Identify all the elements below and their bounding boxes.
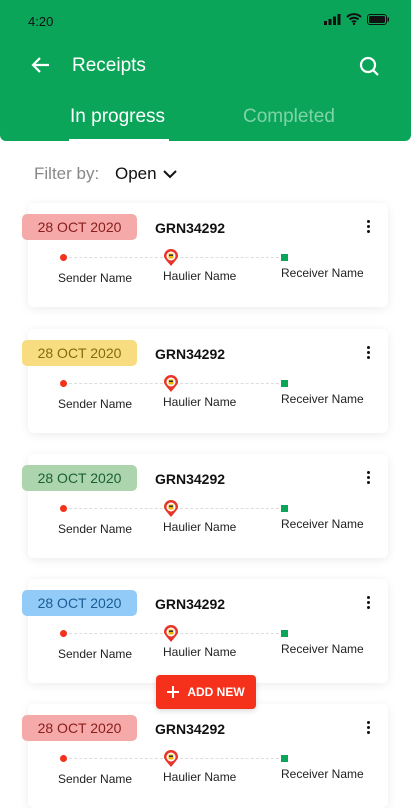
receiver-dot-icon [281,380,288,387]
signal-icon [324,13,341,25]
date-badge: 28 OCT 2020 [22,590,137,616]
app-header: 4:20 Receipts In progress Completed [0,0,411,142]
receiver-name: Receiver Name [281,392,364,406]
receipt-id: GRN34292 [155,721,226,737]
receiver-name: Receiver Name [281,266,364,280]
battery-icon [367,13,389,25]
active-tab-indicator [69,139,169,142]
back-arrow-icon[interactable] [30,54,52,76]
sender-name: Sender Name [58,397,133,411]
status-icons [324,13,389,25]
haulier-pin-icon [164,375,178,392]
receipt-card[interactable]: 28 OCT 2020 GRN34292 Sender Name Haulier… [22,329,388,433]
more-options-icon[interactable] [364,596,372,612]
more-options-icon[interactable] [364,220,372,236]
receipt-card[interactable]: 28 OCT 2020 GRN34292 Sender Name Haulier… [22,579,388,683]
receiver-name: Receiver Name [281,517,364,531]
add-new-button[interactable]: ADD NEW [156,675,256,709]
sender-dot-icon [60,380,67,387]
tab-completed[interactable]: Completed [243,106,335,128]
sender-dot-icon [60,630,67,637]
more-options-icon[interactable] [364,471,372,487]
filter-dropdown[interactable]: Open [115,164,177,184]
sender-name: Sender Name [58,772,133,786]
chevron-down-icon [162,169,177,178]
sender-name: Sender Name [58,647,133,661]
sender-dot-icon [60,505,67,512]
haulier-name: Haulier Name [163,770,237,784]
receipt-card[interactable]: 28 OCT 2020 GRN34292 Sender Name Haulier… [22,454,388,558]
haulier-pin-icon [164,750,178,767]
receiver-dot-icon [281,755,288,762]
receipt-id: GRN34292 [155,220,226,236]
date-badge: 28 OCT 2020 [22,715,137,741]
more-options-icon[interactable] [364,721,372,737]
haulier-name: Haulier Name [163,520,237,534]
haulier-pin-icon [164,625,178,642]
haulier-name: Haulier Name [163,395,237,409]
filter-value: Open [115,164,157,183]
sender-dot-icon [60,755,67,762]
page-title: Receipts [72,55,146,76]
date-badge: 28 OCT 2020 [22,214,137,240]
search-icon[interactable] [358,55,380,77]
sender-name: Sender Name [58,271,133,285]
receipt-id: GRN34292 [155,471,226,487]
wifi-icon [346,13,362,25]
receipt-card[interactable]: 28 OCT 2020 GRN34292 Sender Name Haulier… [22,203,388,307]
receiver-name: Receiver Name [281,642,364,656]
receiver-dot-icon [281,505,288,512]
receipt-card[interactable]: 28 OCT 2020 GRN34292 Sender Name Haulier… [22,704,388,808]
receiver-name: Receiver Name [281,767,364,781]
status-time: 4:20 [28,14,54,29]
haulier-pin-icon [164,249,178,266]
add-new-label: ADD NEW [187,685,245,699]
receipt-id: GRN34292 [155,346,226,362]
receiver-dot-icon [281,254,288,261]
haulier-pin-icon [164,500,178,517]
plus-icon [167,686,180,698]
receipt-id: GRN34292 [155,596,226,612]
receiver-dot-icon [281,630,288,637]
date-badge: 28 OCT 2020 [22,465,137,491]
more-options-icon[interactable] [364,346,372,362]
sender-dot-icon [60,254,67,261]
filter-label: Filter by: [34,164,100,183]
haulier-name: Haulier Name [163,645,237,659]
date-badge: 28 OCT 2020 [22,340,137,366]
tab-in-progress[interactable]: In progress [70,106,165,128]
haulier-name: Haulier Name [163,269,237,283]
sender-name: Sender Name [58,522,133,536]
